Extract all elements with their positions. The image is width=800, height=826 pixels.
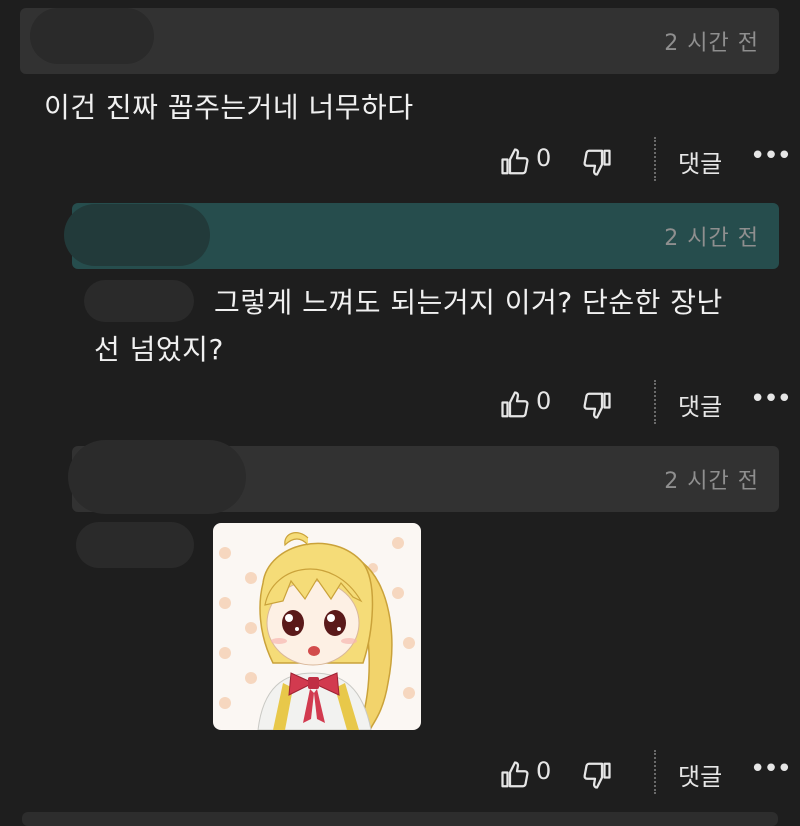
thumbs-down-icon[interactable] — [582, 147, 612, 177]
comment-timestamp: 2 시간 전 — [664, 31, 759, 56]
divider — [654, 137, 656, 181]
thumbs-up-icon[interactable] — [500, 147, 530, 177]
reply-button[interactable]: 댓글 — [678, 144, 722, 179]
reply-button[interactable]: 댓글 — [678, 757, 722, 792]
comment-body-line: 선 넘었지? — [94, 333, 224, 366]
more-icon[interactable]: ••• — [750, 384, 792, 414]
comment-timestamp: 2 시간 전 — [664, 469, 759, 494]
more-icon[interactable]: ••• — [750, 141, 792, 171]
thumbs-up-icon[interactable] — [500, 760, 530, 790]
comment-body-line: 그렇게 느껴도 되는거지 이거? 단순한 장난 — [214, 286, 723, 319]
thumbs-down-icon[interactable] — [582, 760, 612, 790]
comment-body: 이건 진짜 꼽주는거네 너무하다 — [44, 91, 414, 124]
like-count: 0 — [536, 144, 552, 172]
comment-actions: 0 댓글 ••• — [500, 137, 800, 185]
redacted-mention — [84, 280, 194, 322]
next-comment-header — [22, 812, 778, 826]
comment-actions: 0 댓글 ••• — [500, 750, 800, 798]
redacted-username — [64, 204, 210, 266]
anime-sticker-image — [213, 523, 421, 730]
thumbs-down-icon[interactable] — [582, 390, 612, 420]
more-icon[interactable]: ••• — [750, 754, 792, 784]
redacted-username — [68, 440, 246, 514]
divider — [654, 380, 656, 424]
redacted-username — [30, 8, 154, 64]
redacted-mention — [76, 522, 194, 568]
thumbs-up-icon[interactable] — [500, 390, 530, 420]
reply-button[interactable]: 댓글 — [678, 387, 722, 422]
divider — [654, 750, 656, 794]
comment-timestamp: 2 시간 전 — [664, 226, 759, 251]
like-count: 0 — [536, 757, 552, 785]
like-count: 0 — [536, 387, 552, 415]
comment-actions: 0 댓글 ••• — [500, 380, 800, 428]
